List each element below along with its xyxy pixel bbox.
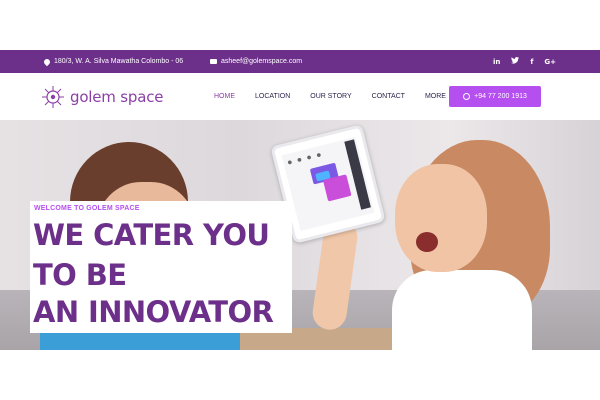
- nav-item-more[interactable]: MORE: [425, 93, 446, 100]
- tablet-side-panel: [344, 139, 371, 210]
- google-plus-icon[interactable]: G+: [544, 58, 556, 66]
- logo-text: golem space: [70, 88, 164, 106]
- phone-button[interactable]: +94 77 200 1913: [449, 86, 541, 107]
- email-info[interactable]: asheef@golemspace.com: [210, 50, 302, 73]
- hero-heading-line-1: WE CATER YOU: [33, 218, 270, 252]
- hero-heading-line-2: TO BE: [33, 258, 127, 292]
- twitter-icon[interactable]: [511, 57, 520, 66]
- hero-heading-line-3: AN INNOVATOR: [33, 295, 274, 329]
- map-pin-icon: [42, 57, 52, 66]
- code-block: [322, 174, 352, 202]
- phone-number: +94 77 200 1913: [474, 93, 527, 100]
- site-logo[interactable]: golem space: [42, 86, 163, 108]
- page: 180/3, W. A. Silva Mawatha Colombo - 06 …: [0, 0, 600, 400]
- logo-chip-icon: [42, 86, 64, 108]
- nav-item-our-story[interactable]: OUR STORY: [310, 93, 351, 100]
- tablet-toolbar: ● ● ● ●: [287, 151, 324, 167]
- hero-eyebrow: WELCOME TO GOLEM SPACE: [34, 205, 140, 212]
- email-text[interactable]: asheef@golemspace.com: [221, 58, 302, 65]
- facebook-icon[interactable]: f: [530, 58, 533, 66]
- nav-item-location[interactable]: LOCATION: [255, 93, 290, 100]
- social-links: in f G+: [493, 50, 556, 73]
- top-bar: 180/3, W. A. Silva Mawatha Colombo - 06 …: [0, 50, 600, 73]
- girl-face: [395, 164, 487, 272]
- girl-mouth: [416, 232, 438, 252]
- nav-item-contact[interactable]: CONTACT: [372, 93, 405, 100]
- address-info: 180/3, W. A. Silva Mawatha Colombo - 06: [42, 50, 184, 73]
- main-menu: HOME LOCATION OUR STORY CONTACT MORE: [214, 73, 446, 120]
- linkedin-icon[interactable]: in: [493, 58, 500, 66]
- tablet-screen: ● ● ● ●: [281, 136, 375, 232]
- nav-item-home[interactable]: HOME: [214, 93, 235, 100]
- address-text: 180/3, W. A. Silva Mawatha Colombo - 06: [54, 58, 184, 65]
- envelope-icon: [210, 59, 217, 64]
- navbar: golem space HOME LOCATION OUR STORY CONT…: [0, 73, 600, 120]
- girl-shirt: [392, 270, 532, 350]
- whatsapp-icon: [463, 93, 471, 100]
